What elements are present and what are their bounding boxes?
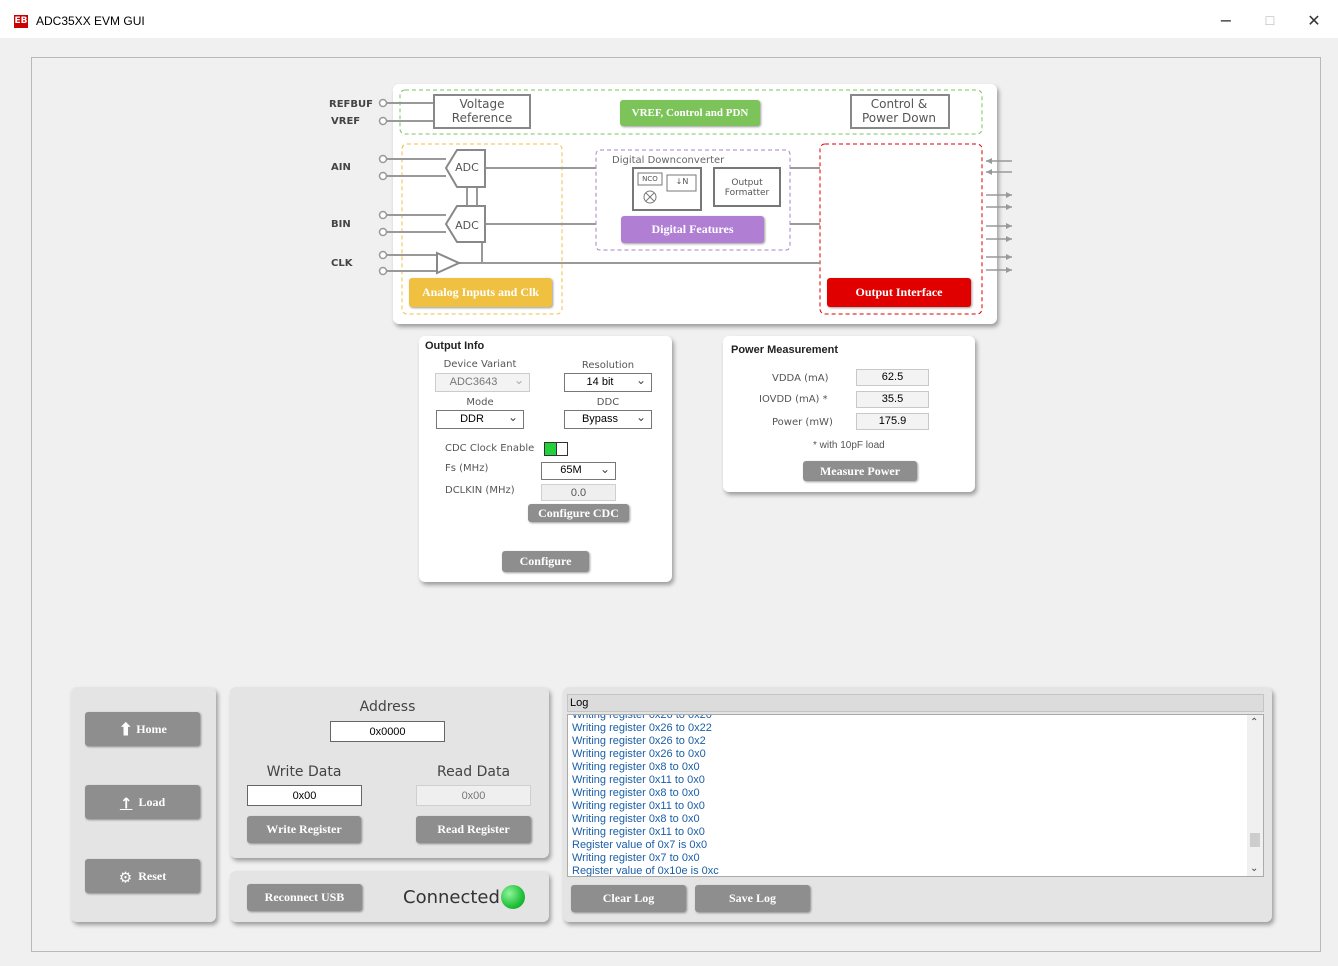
iovdd-label: IOVDD (mA) * [759, 394, 828, 405]
reset-button[interactable]: ⚙ Reset [85, 859, 200, 893]
pin-label-clk: CLK [331, 258, 353, 269]
fs-label: Fs (MHz) [445, 463, 489, 474]
cdc-clock-enable-label: CDC Clock Enable [445, 443, 535, 454]
load-note: * with 10pF load [813, 440, 885, 451]
vdda-label: VDDA (mA) [772, 373, 829, 384]
write-data-label: Write Data [266, 764, 342, 780]
reset-icon: ⚙ [118, 868, 133, 887]
address-label: Address [359, 699, 416, 715]
scroll-up-icon[interactable]: ⌃ [1250, 717, 1258, 728]
home-button[interactable]: ⬆ Home [85, 712, 200, 746]
log-line: Writing register 0x8 to 0x0 [572, 761, 700, 773]
mode-label: Mode [466, 397, 494, 408]
chevron-down-icon: ⌄ [635, 410, 646, 424]
pin-label-ain: AIN [331, 162, 351, 173]
output-info-title: Output Info [425, 340, 485, 352]
configure-button[interactable]: Configure [502, 551, 589, 572]
ddc-select[interactable]: Bypass ⌄ [564, 410, 652, 429]
pin-label-refbuf: REFBUF [329, 99, 373, 110]
log-line: Writing register 0x11 to 0x0 [572, 774, 705, 786]
log-scrollbar[interactable]: ⌃ ⌄ [1247, 715, 1263, 876]
adc-a-label: ADC [455, 161, 479, 174]
power-value: 175.9 [856, 413, 929, 430]
log-line: Writing register 0x26 to 0x20 [572, 714, 712, 721]
clear-log-button[interactable]: Clear Log [571, 885, 686, 912]
window-title: ADC35XX EVM GUI [36, 14, 145, 28]
voltage-reference-label: Voltage Reference [451, 97, 513, 125]
output-formatter-label: Output Formatter [724, 178, 770, 198]
connection-status: Connected [403, 887, 500, 908]
analog-inputs-button[interactable]: Analog Inputs and Clk [409, 278, 552, 307]
log-line: Writing register 0x8 to 0x0 [572, 787, 700, 799]
app-icon: EB [14, 15, 28, 28]
log-line: Writing register 0x11 to 0x0 [572, 826, 705, 838]
dclkin-field: 0.0 [541, 484, 616, 501]
power-label: Power (mW) [772, 417, 833, 428]
scroll-down-icon[interactable]: ⌄ [1250, 863, 1258, 874]
upload-icon: ↑ [119, 794, 133, 813]
vdda-value: 62.5 [856, 369, 929, 386]
log-line: Register value of 0x10e is 0xc [572, 865, 719, 877]
device-variant-label: Device Variant [443, 359, 517, 370]
write-data-input[interactable]: 0x00 [247, 785, 362, 806]
chevron-down-icon: ⌄ [635, 373, 646, 387]
maximize-button[interactable]: ☐ [1250, 8, 1290, 34]
scroll-thumb[interactable] [1250, 833, 1260, 847]
log-textarea[interactable]: Writing register 0x26 to 0x20 Writing reg… [567, 714, 1264, 877]
load-button[interactable]: ↑ Load [85, 785, 200, 819]
read-data-label: Read Data [436, 764, 511, 780]
pin-label-vref: VREF [331, 116, 361, 127]
connection-led-icon [501, 885, 525, 909]
chevron-down-icon: ⌄ [507, 410, 518, 424]
mode-select[interactable]: DDR ⌄ [436, 410, 524, 429]
minimize-button[interactable]: − [1206, 8, 1246, 34]
chevron-down-icon: ⌄ [599, 462, 610, 476]
output-interface-button[interactable]: Output Interface [827, 278, 971, 307]
power-measurement-title: Power Measurement [731, 344, 838, 356]
digital-features-button[interactable]: Digital Features [621, 216, 764, 243]
log-line: Writing register 0x26 to 0x2 [572, 735, 706, 747]
reconnect-usb-button[interactable]: Reconnect USB [247, 884, 362, 911]
address-input[interactable]: 0x0000 [330, 721, 445, 742]
save-log-button[interactable]: Save Log [695, 885, 810, 912]
log-line: Writing register 0x8 to 0x0 [572, 813, 700, 825]
device-variant-select[interactable]: ADC3643 ⌄ [435, 373, 530, 392]
nco-icon: NCO [642, 175, 658, 183]
dclkin-label: DCLKIN (MHz) [445, 485, 515, 496]
ddc-label: DDC [596, 397, 620, 408]
decimation-icon: ↓N [675, 177, 689, 186]
clock-buffer-icon [436, 251, 462, 275]
fs-select[interactable]: 65M ⌄ [541, 462, 616, 480]
ddc-title: Digital Downconverter [612, 155, 725, 166]
cdc-clock-toggle[interactable] [544, 442, 568, 456]
home-icon: ⬆ [118, 719, 134, 741]
title-bar [0, 0, 1338, 38]
log-line: Register value of 0x7 is 0x0 [572, 839, 708, 851]
log-line: Writing register 0x7 to 0x0 [572, 852, 700, 864]
log-line: Writing register 0x11 to 0x0 [572, 800, 705, 812]
resolution-label: Resolution [581, 360, 635, 371]
resolution-select[interactable]: 14 bit ⌄ [564, 373, 652, 392]
log-lines: Writing register 0x26 to 0x20 Writing reg… [572, 714, 719, 877]
close-button[interactable]: ✕ [1294, 8, 1334, 34]
pin-label-bin: BIN [331, 219, 351, 230]
measure-power-button[interactable]: Measure Power [803, 461, 917, 481]
write-register-button[interactable]: Write Register [247, 816, 361, 843]
iovdd-value: 35.5 [856, 391, 929, 408]
log-header: Log [567, 694, 1264, 712]
vref-control-pdn-button[interactable]: VREF, Control and PDN [620, 100, 760, 126]
log-line: Writing register 0x26 to 0x0 [572, 748, 706, 760]
log-line: Writing register 0x26 to 0x22 [572, 722, 712, 734]
control-power-down-label: Control & Power Down [861, 97, 937, 125]
read-register-button[interactable]: Read Register [416, 816, 531, 843]
read-data-field: 0x00 [416, 785, 531, 806]
adc-b-label: ADC [455, 219, 479, 232]
chevron-down-icon: ⌄ [513, 373, 524, 387]
configure-cdc-button[interactable]: Configure CDC [528, 504, 629, 522]
